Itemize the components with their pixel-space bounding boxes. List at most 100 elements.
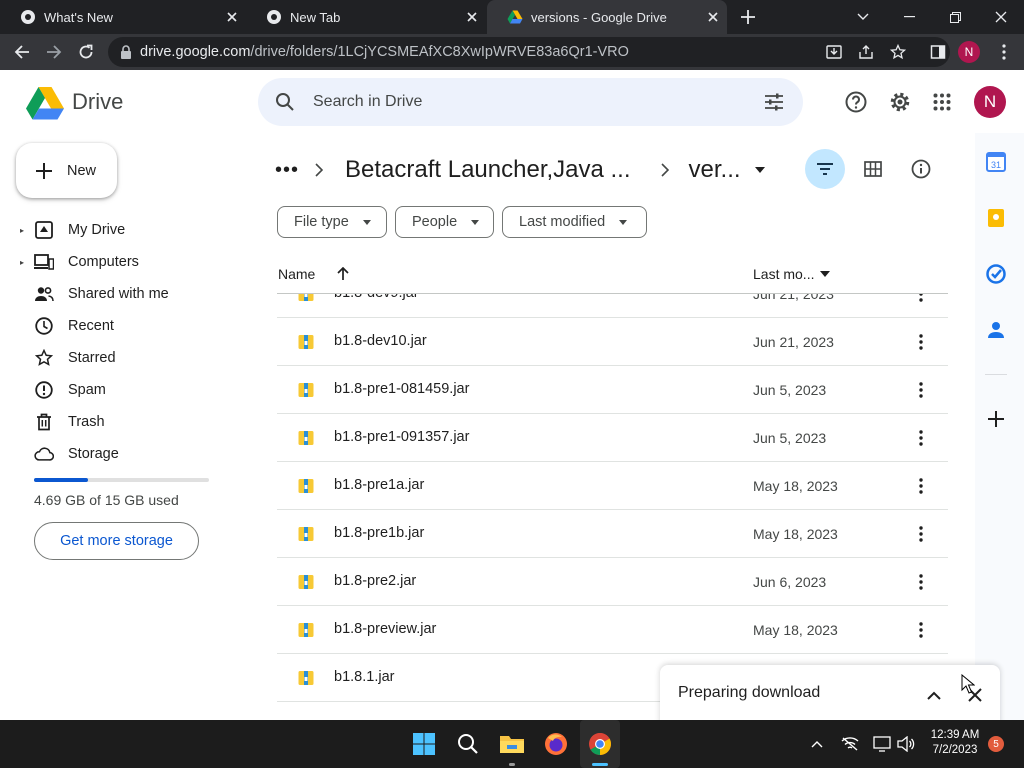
grid-view-button[interactable] [853,149,893,189]
nav-label: Computers [68,254,139,270]
archive-file-icon [298,671,314,685]
tab-search-button[interactable] [840,0,886,34]
file-modified-date: Jun 5, 2023 [753,430,827,446]
share-button[interactable] [850,34,882,70]
file-row[interactable]: b1.8-pre2.jar Jun 6, 2023 [277,558,948,606]
column-header-name[interactable]: Name [278,266,349,282]
close-window-button[interactable] [978,0,1024,34]
minimize-button[interactable] [886,0,932,34]
contacts-app-icon[interactable] [985,319,1007,341]
filter-icon [817,163,833,175]
back-button[interactable] [6,34,38,70]
reload-button[interactable] [70,34,102,70]
arrow-left-icon [14,45,29,59]
profile-avatar[interactable]: N [958,41,980,63]
nav-item-my-drive[interactable]: ▸ My Drive [20,214,240,246]
new-button[interactable]: New [16,143,117,198]
account-avatar[interactable]: N [974,86,1006,118]
chrome-taskbar-button[interactable] [580,720,620,768]
breadcrumb-more-icon[interactable]: ••• [275,159,299,182]
chevron-right-icon [315,163,324,177]
share-icon [859,45,873,59]
apps-button[interactable] [922,82,962,122]
more-actions-icon[interactable] [911,380,931,400]
toast-collapse-button[interactable] [922,683,946,707]
taskbar-search-button[interactable] [448,720,488,768]
file-row[interactable]: b1.8-dev9.jar Jun 21, 2023 [277,294,948,318]
more-actions-icon[interactable] [911,572,931,592]
notification-badge[interactable]: 5 [988,736,1004,752]
caret-down-icon[interactable] [820,271,831,277]
search-icon[interactable] [275,92,295,112]
nav-item-computers[interactable]: ▸ Computers [20,246,240,278]
network-status-icon[interactable] [832,720,868,768]
restore-icon [949,11,961,23]
lock-icon [121,45,131,59]
sort-ascending-icon[interactable] [337,267,349,281]
forward-button[interactable] [38,34,70,70]
search-options-icon[interactable] [764,93,784,111]
archive-file-icon [298,527,314,541]
restore-button[interactable] [932,0,978,34]
firefox-button[interactable] [536,720,576,768]
file-row[interactable]: b1.8-pre1-091357.jar Jun 5, 2023 [277,414,948,462]
get-add-ons-button[interactable] [985,408,1007,430]
bookmark-button[interactable] [882,34,914,70]
chevron-right-icon [660,163,669,177]
volume-icon[interactable] [888,720,924,768]
file-row[interactable]: b1.8-pre1b.jar May 18, 2023 [277,510,948,558]
calendar-app-icon[interactable]: 31 [985,151,1007,173]
tab-new-tab[interactable]: New Tab [246,0,486,34]
grid-view-icon [864,161,882,177]
tasks-app-icon[interactable] [985,263,1007,285]
details-button[interactable] [901,149,941,189]
more-actions-icon[interactable] [911,332,931,352]
chrome-icon [21,10,35,24]
caret-down-icon[interactable] [754,167,765,173]
side-panel-button[interactable] [922,34,954,70]
close-tab-icon[interactable] [218,3,246,31]
file-row[interactable]: b1.8-pre1-081459.jar Jun 5, 2023 [277,366,948,414]
more-actions-icon[interactable] [911,476,931,496]
more-actions-icon[interactable] [911,620,931,640]
close-tab-icon[interactable] [458,3,486,31]
search-input[interactable]: Search in Drive [313,93,422,111]
tab-title: versions - Google Drive [531,9,667,25]
google-drive-logo[interactable] [26,86,64,120]
breadcrumb-parent[interactable]: Betacraft Launcher,Java ... [345,156,631,184]
show-hidden-icons-button[interactable] [798,720,836,768]
filter-people[interactable]: People [395,206,494,238]
tab-google-drive[interactable]: versions - Google Drive [487,0,727,34]
file-name: b1.8-pre1-091357.jar [334,429,470,445]
tab-whats-new[interactable]: What's New [0,0,246,34]
new-label: New [67,162,97,179]
filter-file-type[interactable]: File type [277,206,387,238]
more-actions-icon[interactable] [911,524,931,544]
browser-menu-button[interactable] [988,34,1020,70]
file-row[interactable]: b1.8-preview.jar May 18, 2023 [277,606,948,654]
file-modified-date: Jun 21, 2023 [753,334,834,350]
settings-button[interactable] [880,82,920,122]
help-button[interactable] [836,82,876,122]
close-tab-icon[interactable] [699,3,727,31]
search-bar[interactable]: Search in Drive [258,78,803,126]
chip-label: Last modified [519,214,606,230]
more-actions-icon[interactable] [911,428,931,448]
minimize-icon [903,16,915,18]
file-row[interactable]: b1.8-pre1a.jar May 18, 2023 [277,462,948,510]
caret-down-icon [362,219,371,225]
filter-toggle-button[interactable] [805,149,845,189]
start-button[interactable] [404,720,444,768]
expand-arrow-icon[interactable]: ▸ [20,258,32,267]
taskbar-clock[interactable]: 12:39 AM 7/2/2023 [922,728,988,758]
filter-last-modified[interactable]: Last modified [502,206,647,238]
keep-app-icon[interactable] [985,207,1007,229]
expand-arrow-icon[interactable]: ▸ [20,226,32,235]
file-explorer-button[interactable] [492,720,532,768]
file-row[interactable]: b1.8-dev10.jar Jun 21, 2023 [277,318,948,366]
column-header-last-modified[interactable]: Last mo... [753,266,831,282]
breadcrumb-current[interactable]: ver... [689,156,741,184]
new-tab-button[interactable] [734,3,762,31]
install-app-button[interactable] [818,34,850,70]
more-actions-icon[interactable] [911,294,931,304]
